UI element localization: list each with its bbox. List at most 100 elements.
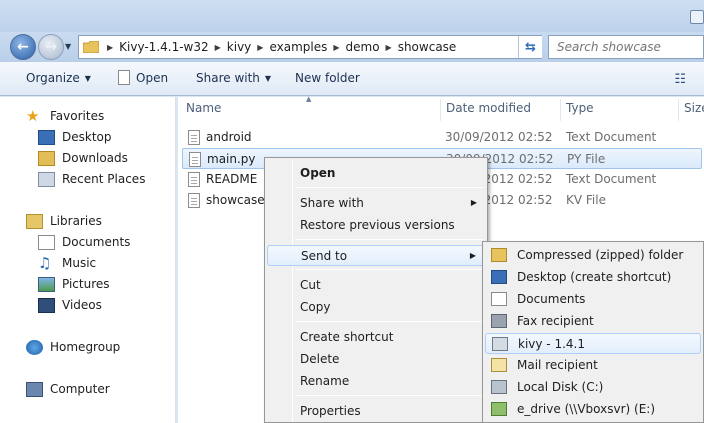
breadcrumb-demo[interactable]: demo [344, 40, 382, 54]
send-to-compressed-folder[interactable]: Compressed (zipped) folder [485, 245, 701, 266]
menu-item-create-shortcut[interactable]: Create shortcut [267, 327, 485, 348]
sidebar-item-label: Favorites [50, 109, 105, 123]
navigation-pane: ★ Favorites Desktop Downloads Recent Pla… [0, 97, 176, 423]
menu-item-label: e_drive (\\Vboxsvr) (E:) [517, 402, 656, 416]
column-divider[interactable] [678, 99, 679, 121]
column-divider[interactable] [440, 99, 441, 121]
document-icon [118, 70, 130, 85]
menu-item-label: Compressed (zipped) folder [517, 248, 684, 262]
new-folder-label: New folder [295, 71, 360, 85]
menu-item-open[interactable]: Open [267, 163, 485, 184]
window-titlebar [0, 0, 704, 32]
send-to-kivy[interactable]: kivy - 1.4.1 [485, 333, 701, 354]
forward-arrow-icon: → [45, 39, 57, 55]
send-to-local-disk[interactable]: Local Disk (C:) [485, 377, 701, 398]
file-name: main.py [207, 152, 256, 166]
sidebar-item-libraries[interactable]: Libraries [26, 211, 102, 231]
sidebar-item-downloads[interactable]: Downloads [38, 148, 128, 168]
menu-item-label: Send to [301, 249, 348, 263]
sidebar-item-computer[interactable]: Computer [26, 379, 110, 399]
sidebar-item-label: Downloads [62, 151, 128, 165]
breadcrumb-showcase[interactable]: showcase [396, 40, 459, 54]
back-button[interactable]: ← [10, 34, 36, 60]
file-row-android[interactable]: android 30/09/2012 02:52 Text Document [182, 127, 702, 148]
menu-item-label: Mail recipient [517, 358, 598, 372]
menu-item-properties[interactable]: Properties [267, 401, 485, 422]
menu-separator [295, 239, 483, 240]
chevron-right-icon[interactable]: ▶ [382, 43, 396, 52]
sidebar-item-desktop[interactable]: Desktop [38, 127, 112, 147]
navigation-bar: ← → ▼ ▶ Kivy-1.4.1-w32 ▶ kivy ▶ examples… [0, 32, 704, 62]
send-to-desktop-shortcut[interactable]: Desktop (create shortcut) [485, 267, 701, 288]
menu-separator [295, 187, 483, 188]
window-close-button[interactable] [690, 10, 704, 24]
send-to-mail-recipient[interactable]: Mail recipient [485, 355, 701, 376]
pictures-icon [38, 276, 55, 292]
menu-item-copy[interactable]: Copy [267, 297, 485, 318]
menu-item-send-to[interactable]: Send to ▶ [267, 245, 485, 266]
text-file-icon [188, 172, 200, 187]
file-name: README [206, 172, 258, 186]
menu-item-label: Documents [517, 292, 586, 306]
sidebar-item-homegroup[interactable]: Homegroup [26, 337, 120, 357]
view-options-icon[interactable]: ☷ [674, 72, 686, 87]
column-header-date-modified[interactable]: Date modified [446, 101, 531, 115]
send-to-e-drive[interactable]: e_drive (\\Vboxsvr) (E:) [485, 399, 701, 420]
menu-item-label: Fax recipient [517, 314, 594, 328]
chevron-right-icon[interactable]: ▶ [329, 43, 343, 52]
menu-item-share-with[interactable]: Share with ▶ [267, 193, 485, 214]
send-to-fax-recipient[interactable]: Fax recipient [485, 311, 701, 332]
sidebar-item-label: Videos [62, 298, 102, 312]
breadcrumb-kivy[interactable]: kivy [225, 40, 254, 54]
column-header-type[interactable]: Type [566, 101, 594, 115]
sidebar-item-favorites[interactable]: ★ Favorites [26, 106, 104, 126]
sidebar-item-music[interactable]: ♫ Music [38, 253, 96, 273]
breadcrumb-kivy-1-4-1-w32[interactable]: Kivy-1.4.1-w32 [117, 40, 210, 54]
desktop-icon [491, 270, 507, 284]
file-type: PY File [567, 152, 606, 166]
open-button[interactable]: Open [118, 70, 168, 85]
search-box[interactable] [548, 35, 704, 59]
sidebar-item-recent-places[interactable]: Recent Places [38, 169, 145, 189]
share-with-button[interactable]: Share with ▼ [196, 71, 271, 85]
kv-file-icon [188, 193, 200, 208]
text-file-icon [188, 130, 200, 145]
homegroup-icon [26, 339, 43, 355]
refresh-button[interactable]: ⇆ [518, 36, 542, 58]
menu-item-label: Desktop (create shortcut) [517, 270, 672, 284]
menu-item-delete[interactable]: Delete [267, 349, 485, 370]
breadcrumb-examples[interactable]: examples [267, 40, 329, 54]
send-to-documents[interactable]: Documents [485, 289, 701, 310]
chevron-right-icon: ▶ [469, 251, 476, 260]
address-bar[interactable]: ▶ Kivy-1.4.1-w32 ▶ kivy ▶ examples ▶ dem… [78, 35, 542, 59]
menu-item-label: Local Disk (C:) [517, 380, 604, 394]
kivy-shortcut-icon [492, 337, 508, 351]
chevron-down-icon: ▼ [84, 73, 91, 83]
context-menu: Open Share with ▶ Restore previous versi… [264, 157, 488, 423]
column-header-name[interactable]: Name [186, 101, 221, 115]
menu-item-cut[interactable]: Cut [267, 275, 485, 296]
chevron-right-icon[interactable]: ▶ [103, 43, 117, 52]
sidebar-item-pictures[interactable]: Pictures [38, 274, 110, 294]
organize-button[interactable]: Organize ▼ [26, 71, 91, 85]
menu-item-restore-previous-versions[interactable]: Restore previous versions [267, 215, 485, 236]
sort-ascending-icon: ▲ [306, 95, 312, 103]
menu-separator [295, 395, 483, 396]
forward-button[interactable]: → [38, 34, 64, 60]
file-date: 30/09/2012 02:52 [445, 130, 553, 144]
file-name: android [206, 130, 252, 144]
chevron-right-icon[interactable]: ▶ [253, 43, 267, 52]
column-divider[interactable] [560, 99, 561, 121]
chevron-right-icon[interactable]: ▶ [211, 43, 225, 52]
search-input[interactable] [557, 40, 695, 54]
drive-icon [491, 380, 507, 394]
new-folder-button[interactable]: New folder [295, 71, 360, 85]
sidebar-item-documents[interactable]: Documents [38, 232, 130, 252]
recent-pages-dropdown[interactable]: ▼ [65, 42, 71, 51]
desktop-icon [38, 129, 55, 145]
column-header-size[interactable]: Size [684, 101, 704, 115]
sidebar-item-label: Documents [62, 235, 131, 249]
sidebar-item-videos[interactable]: Videos [38, 295, 102, 315]
menu-separator [295, 321, 483, 322]
menu-item-rename[interactable]: Rename [267, 371, 485, 392]
